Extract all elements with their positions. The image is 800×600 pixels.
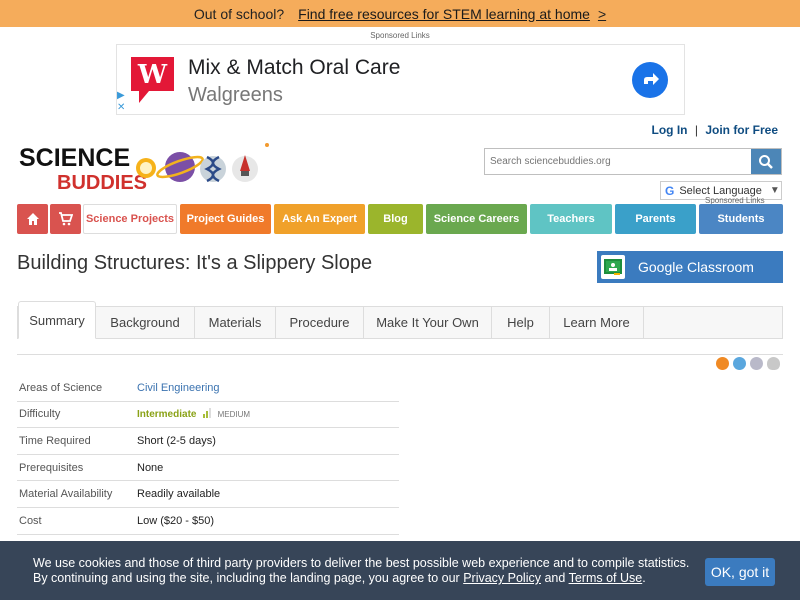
row-value: Short (2-5 days) <box>137 434 216 447</box>
nav-project-guides[interactable]: Project Guides <box>180 204 271 234</box>
difficulty-value: Intermediate MEDIUM <box>137 407 251 421</box>
tab-procedure[interactable]: Procedure <box>276 307 364 338</box>
tab-help[interactable]: Help <box>492 307 550 338</box>
logo-line1: SCIENCE <box>19 144 130 172</box>
nav-blog[interactable]: Blog <box>368 204 423 234</box>
google-classroom-button[interactable]: Google Classroom <box>597 251 783 283</box>
nav-cart[interactable] <box>50 204 81 234</box>
promo-link[interactable]: Find free resources for STEM learning at… <box>298 6 590 22</box>
rocket-icon <box>232 143 269 182</box>
table-row: Material Availability Readily available <box>17 481 399 508</box>
google-classroom-label: Google Classroom <box>638 259 754 275</box>
row-value: None <box>137 461 164 474</box>
tab-summary[interactable]: Summary <box>18 301 96 339</box>
cookie-banner: We use cookies and those of third party … <box>0 541 800 600</box>
terms-of-use-link[interactable]: Terms of Use <box>569 571 643 585</box>
tab-divider <box>17 354 783 355</box>
difficulty-level: MEDIUM <box>217 409 251 419</box>
row-key: Areas of Science <box>19 381 103 394</box>
row-value: Readily available <box>137 488 221 501</box>
heart-icon[interactable] <box>767 357 780 370</box>
search-input[interactable] <box>485 149 752 174</box>
sponsored-label: Sponsored Links <box>370 31 430 40</box>
print-icon[interactable] <box>733 357 746 370</box>
promo-bar: Out of school? Find free resources for S… <box>0 0 800 27</box>
promo-text: Out of school? <box>193 5 285 22</box>
row-key: Difficulty <box>19 408 61 421</box>
tab-background[interactable]: Background <box>96 307 195 338</box>
cookie-ok-button[interactable]: OK, got it <box>705 558 775 586</box>
login-link[interactable]: Log In <box>652 123 688 137</box>
promo-arrow[interactable]: > <box>598 6 606 22</box>
share-icons <box>716 357 780 370</box>
tab-make-it-your-own[interactable]: Make It Your Own <box>364 307 492 338</box>
tab-learn-more[interactable]: Learn More <box>550 307 644 338</box>
row-key: Material Availability <box>19 488 113 501</box>
dna-icon <box>200 155 226 183</box>
nav-students[interactable]: Students <box>699 204 783 234</box>
svg-text:W: W <box>137 60 168 90</box>
adchoices-icon[interactable]: ▶ ✕ <box>117 90 125 114</box>
difficulty-bars-icon <box>202 407 212 421</box>
cart-icon <box>59 212 73 226</box>
search-button[interactable] <box>751 149 781 174</box>
nav-ask-an-expert[interactable]: Ask An Expert <box>274 204 365 234</box>
privacy-policy-link[interactable]: Privacy Policy <box>463 571 541 585</box>
table-row: Time Required Short (2-5 days) <box>17 428 399 455</box>
ad-banner[interactable]: W Mix & Match Oral Care Walgreens <box>116 44 685 115</box>
table-row: Cost Low ($20 - $50) <box>17 508 399 535</box>
nav-parents[interactable]: Parents <box>615 204 696 234</box>
auth-links: Log In | Join for Free <box>652 123 779 137</box>
sun-icon <box>136 158 156 178</box>
search-box <box>484 148 782 175</box>
difficulty-label: Intermediate <box>137 408 197 420</box>
cookie-text-and: and <box>544 571 566 585</box>
google-classroom-icon <box>601 255 625 279</box>
ad-title[interactable]: Mix & Match Oral Care <box>188 56 400 80</box>
table-row: Difficulty Intermediate MEDIUM <box>17 402 399 429</box>
walgreens-logo-icon: W <box>131 57 174 103</box>
chevron-down-icon: ▼ <box>769 185 780 196</box>
area-of-science-link[interactable]: Civil Engineering <box>137 382 220 394</box>
arrow-right-icon <box>644 73 659 85</box>
tab-bar: Summary Background Materials Procedure M… <box>17 301 783 339</box>
cookie-text-line2: By continuing and using the site, includ… <box>33 571 646 585</box>
logo-line2: BUDDIES <box>57 172 147 193</box>
nav-home[interactable] <box>17 204 48 234</box>
nav-teachers[interactable]: Teachers <box>530 204 612 234</box>
search-icon <box>759 154 773 169</box>
email-icon[interactable] <box>750 357 763 370</box>
cookie-text-end: . <box>642 571 646 585</box>
join-link[interactable]: Join for Free <box>705 123 778 137</box>
row-key: Prerequisites <box>19 461 84 474</box>
table-row: Prerequisites None <box>17 455 399 482</box>
planet-icon <box>156 152 204 182</box>
page-title: Building Structures: It's a Slippery Slo… <box>17 252 373 274</box>
ad-go-button[interactable] <box>632 62 668 98</box>
science-buddies-logo[interactable]: SCIENCE BUDDIES <box>17 137 277 193</box>
cookie-text-line1: We use cookies and those of third party … <box>33 556 690 570</box>
table-row: Areas of Science Civil Engineering <box>17 375 399 402</box>
main-nav: Science Projects Project Guides Ask An E… <box>17 204 783 234</box>
google-g-icon: G <box>665 183 675 198</box>
ad-subtitle[interactable]: Walgreens <box>188 84 283 107</box>
auth-separator: | <box>694 123 698 137</box>
row-key: Cost <box>19 514 42 527</box>
nav-science-projects[interactable]: Science Projects <box>83 204 177 234</box>
tab-materials[interactable]: Materials <box>195 307 276 338</box>
row-value: Low ($20 - $50) <box>137 514 215 527</box>
cookie-text-pre: By continuing and using the site, includ… <box>33 571 460 585</box>
share-icon[interactable] <box>716 357 729 370</box>
summary-table: Areas of Science Civil Engineering Diffi… <box>17 375 399 535</box>
language-label: Select Language <box>679 184 762 197</box>
home-icon <box>26 213 39 225</box>
row-key: Time Required <box>19 434 91 447</box>
nav-science-careers[interactable]: Science Careers <box>426 204 527 234</box>
